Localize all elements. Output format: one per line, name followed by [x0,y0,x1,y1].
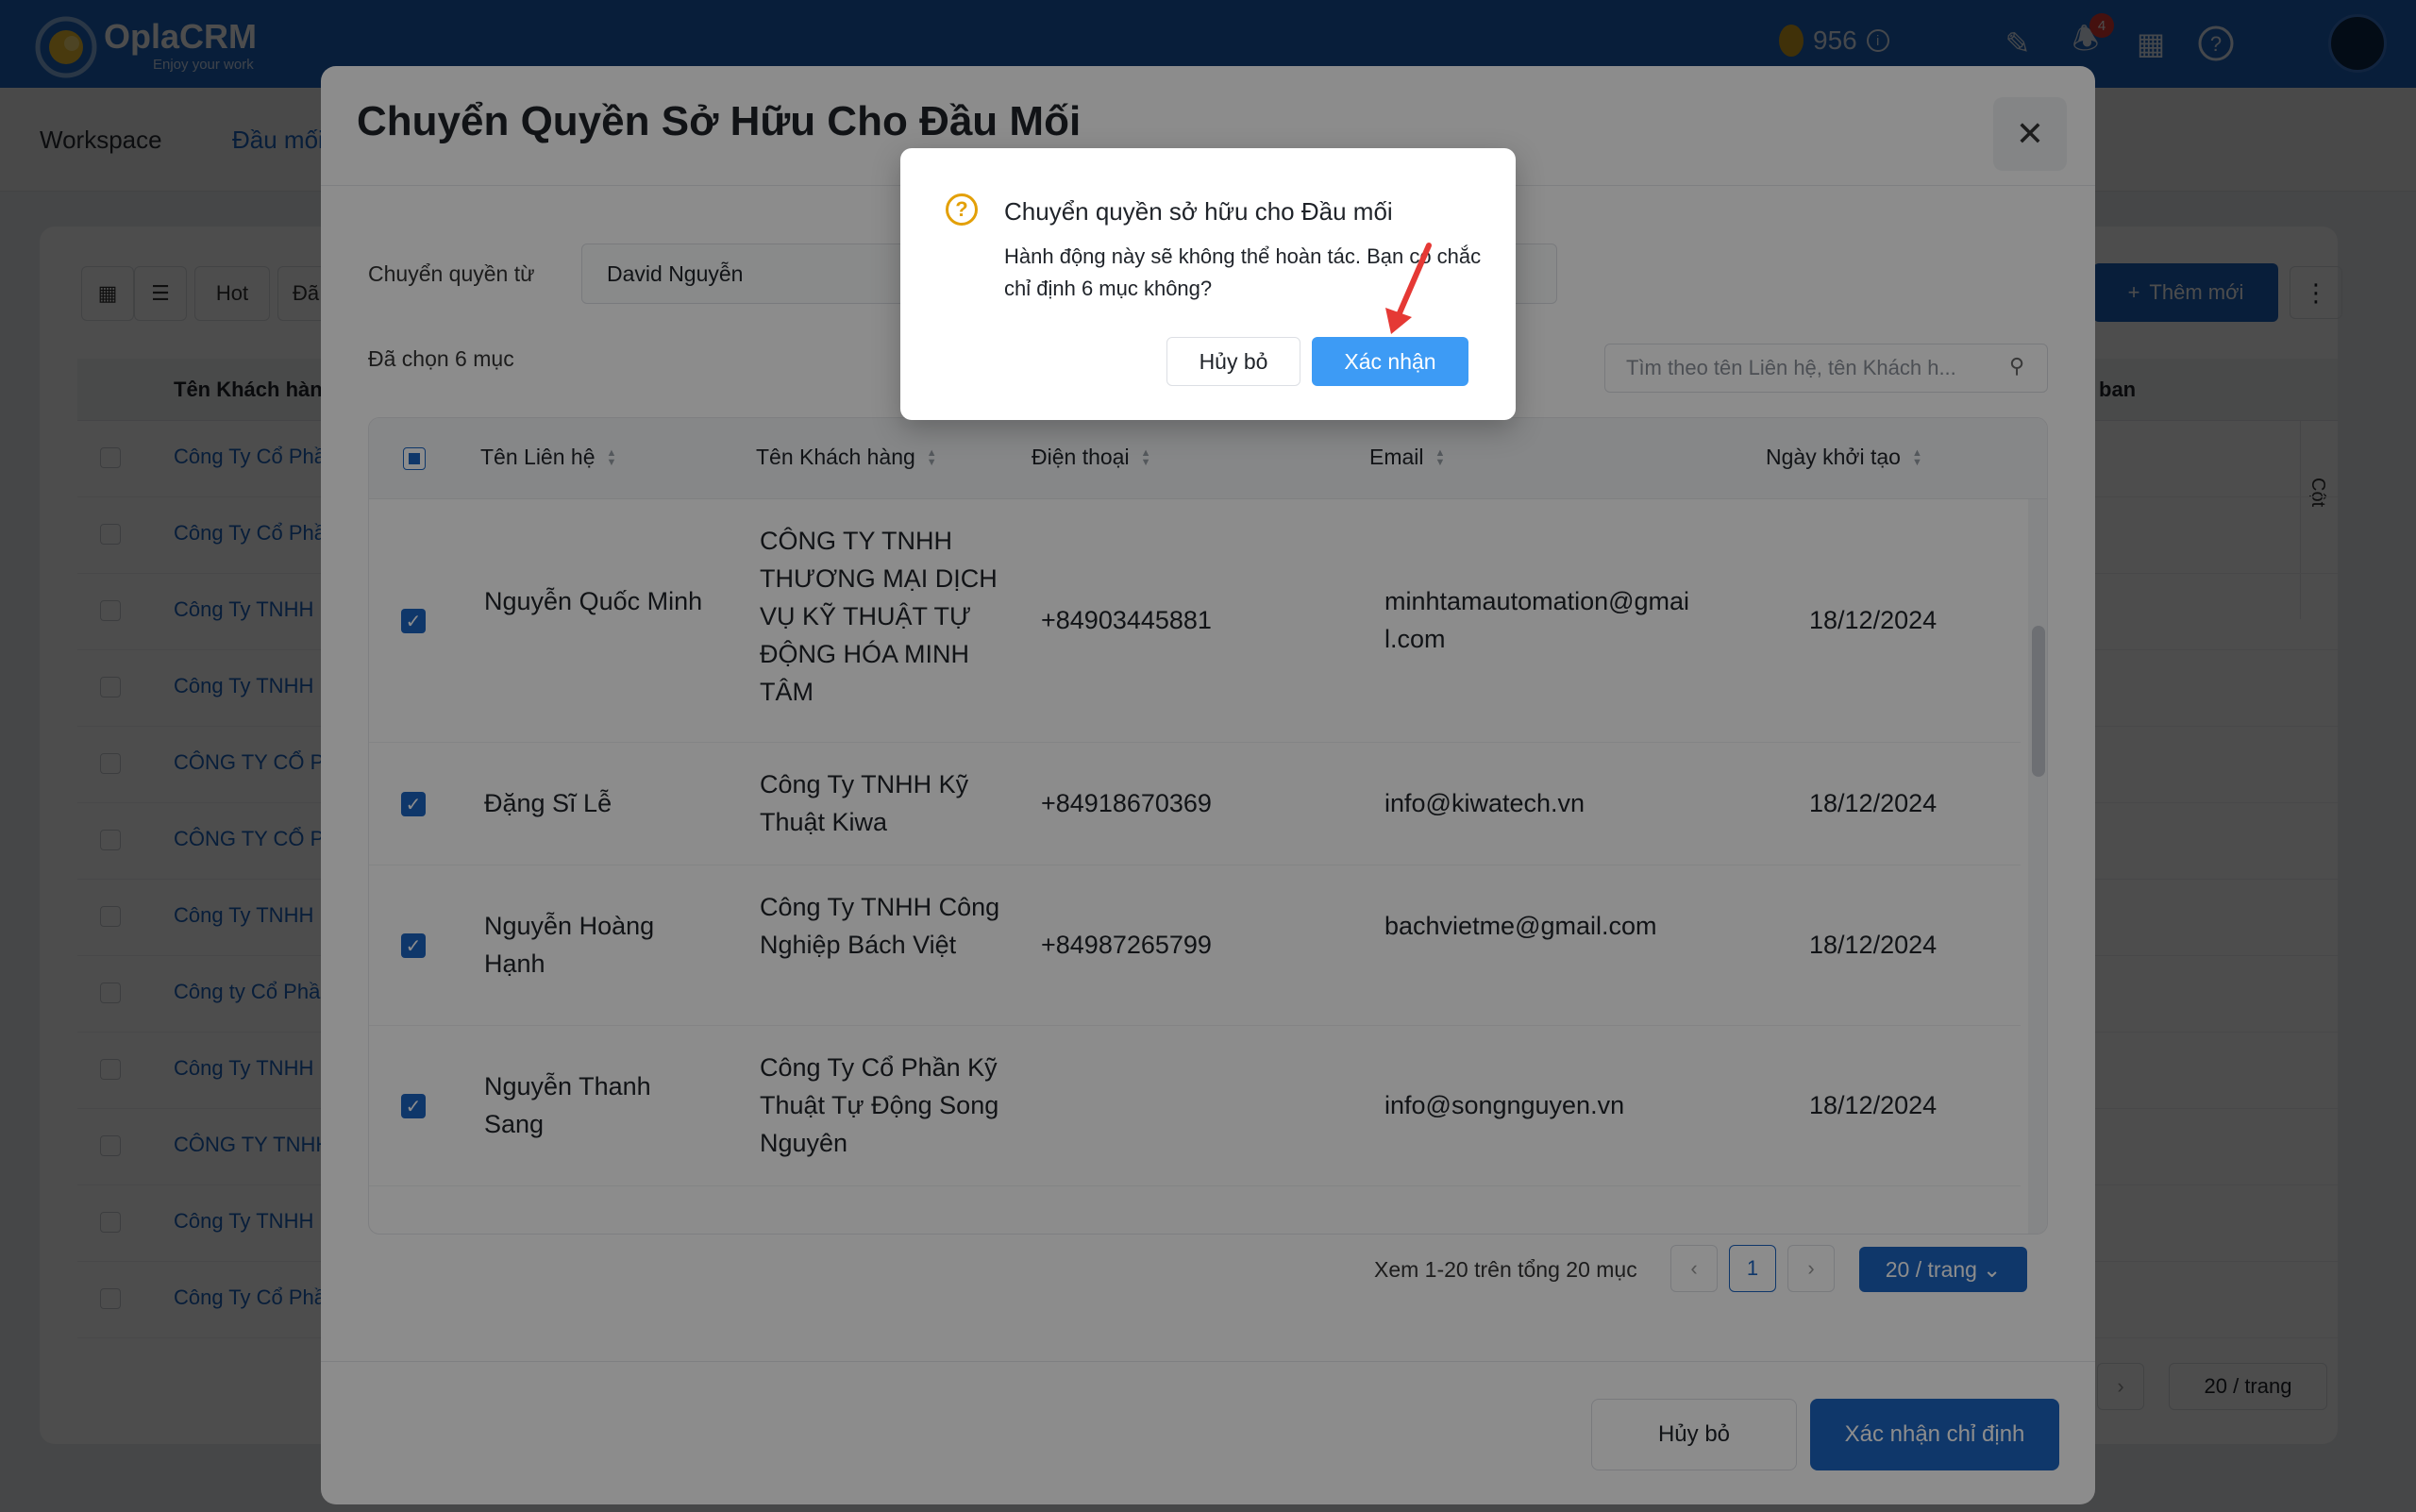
popup-confirm-button[interactable]: Xác nhận [1312,337,1468,386]
popup-cancel-button[interactable]: Hủy bỏ [1166,337,1300,386]
popup-title: Chuyển quyền sở hữu cho Đầu mối [1004,197,1393,226]
question-icon: ? [946,193,978,226]
annotation-arrow-icon [1385,243,1432,334]
